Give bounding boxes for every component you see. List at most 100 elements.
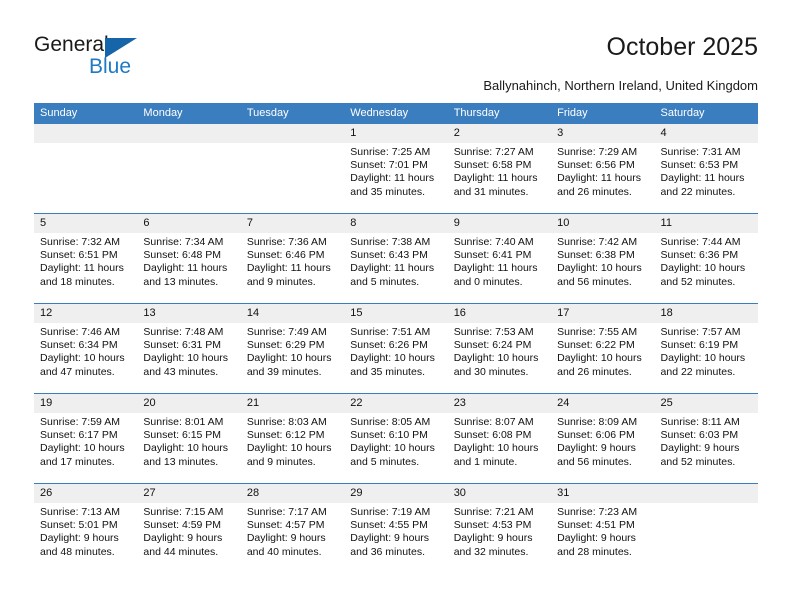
day-cell: Sunrise: 7:15 AM Sunset: 4:59 PM Daylight:… xyxy=(137,503,240,572)
sunrise-text: Sunrise: 7:27 AM xyxy=(453,146,534,158)
day-number[interactable]: 15 xyxy=(344,304,447,323)
day-number[interactable]: 12 xyxy=(34,304,137,323)
sunset-text: Sunset: 6:41 PM xyxy=(453,249,532,262)
day-number[interactable]: 11 xyxy=(655,214,758,233)
sunset-text: Sunset: 6:12 PM xyxy=(246,429,325,442)
day-number[interactable]: 26 xyxy=(34,484,137,503)
day-number[interactable]: 25 xyxy=(655,394,758,413)
sunrise-text: Sunrise: 7:40 AM xyxy=(453,236,534,248)
daylight-text: Daylight: 9 hours and 40 minutes. xyxy=(246,532,326,558)
general-blue-logo: General Blue xyxy=(34,33,164,83)
sunset-text: Sunset: 7:01 PM xyxy=(350,159,428,172)
day-number[interactable]: 4 xyxy=(655,124,758,143)
day-number[interactable]: 17 xyxy=(551,304,654,323)
day-number[interactable]: 31 xyxy=(551,484,654,503)
week-detail-band: Sunrise: 7:25 AM Sunset: 7:01 PM Daylight:… xyxy=(34,143,758,212)
page-header: General Blue October 2025 Ballynahinch, … xyxy=(0,0,792,100)
sunrise-text: Sunrise: 7:44 AM xyxy=(660,236,741,248)
sunset-text: Sunset: 6:06 PM xyxy=(557,429,635,442)
day-number-empty xyxy=(241,124,344,143)
sunrise-text: Sunrise: 8:03 AM xyxy=(246,416,327,428)
daylight-text: Daylight: 10 hours and 30 minutes. xyxy=(453,352,539,378)
week-date-band: 19 20 21 22 23 24 25 xyxy=(34,393,758,413)
weekday-header-row: Sunday Monday Tuesday Wednesday Thursday Frid… xyxy=(34,103,758,124)
day-cell: Sunrise: 8:07 AM Sunset: 6:08 PM Daylight:… xyxy=(448,413,551,482)
daylight-text: Daylight: 11 hours and 26 minutes. xyxy=(557,172,641,198)
sunrise-text: Sunrise: 8:11 AM xyxy=(660,416,740,428)
day-cell: Sunrise: 7:40 AM Sunset: 6:41 PM Daylight:… xyxy=(448,233,551,302)
day-number[interactable]: 7 xyxy=(241,214,344,233)
day-cell: Sunrise: 7:31 AM Sunset: 6:53 PM Daylight:… xyxy=(655,143,758,212)
sunset-text: Sunset: 6:38 PM xyxy=(557,249,635,262)
day-number[interactable]: 9 xyxy=(448,214,551,233)
sunrise-text: Sunrise: 7:15 AM xyxy=(143,506,224,518)
day-number[interactable]: 2 xyxy=(448,124,551,143)
day-number[interactable]: 24 xyxy=(551,394,654,413)
sunset-text: Sunset: 6:34 PM xyxy=(40,339,118,352)
day-number[interactable]: 8 xyxy=(344,214,447,233)
weekday-header-friday: Friday xyxy=(557,107,588,119)
calendar-week-row: 26 27 28 29 30 31 Sunrise: 7:13 AM Sunset: 5:01… xyxy=(34,482,758,572)
sunset-text: Sunset: 4:57 PM xyxy=(246,519,325,532)
day-cell: Sunrise: 7:36 AM Sunset: 6:46 PM Daylight:… xyxy=(241,233,344,302)
day-cell: Sunrise: 7:55 AM Sunset: 6:22 PM Daylight:… xyxy=(551,323,654,392)
daylight-text: Daylight: 10 hours and 39 minutes. xyxy=(246,352,332,378)
sunset-text: Sunset: 6:03 PM xyxy=(660,429,739,442)
sunset-text: Sunset: 4:55 PM xyxy=(350,519,428,532)
day-number[interactable]: 5 xyxy=(34,214,137,233)
logo-text-general: General xyxy=(34,33,109,56)
day-number-empty xyxy=(655,484,758,503)
sunset-text: Sunset: 5:01 PM xyxy=(40,519,118,532)
daylight-text: Daylight: 9 hours and 28 minutes. xyxy=(557,532,636,558)
sunset-text: Sunset: 6:24 PM xyxy=(453,339,532,352)
sunset-text: Sunset: 4:59 PM xyxy=(143,519,222,532)
calendar-week-row: 5 6 7 8 9 10 11 Sunrise: 7:32 AM Sunset: 6:51 PM… xyxy=(34,212,758,302)
day-cell: Sunrise: 7:32 AM Sunset: 6:51 PM Daylight:… xyxy=(34,233,137,302)
day-number[interactable]: 20 xyxy=(137,394,240,413)
day-number[interactable]: 21 xyxy=(241,394,344,413)
week-date-band: 1234 xyxy=(34,124,758,143)
daylight-text: Daylight: 10 hours and 35 minutes. xyxy=(350,352,435,378)
logo-text-blue: Blue xyxy=(89,55,132,78)
week-date-band: 5 6 7 8 9 10 11 xyxy=(34,213,758,233)
day-number[interactable]: 19 xyxy=(34,394,137,413)
sunrise-text: Sunrise: 7:34 AM xyxy=(143,236,224,248)
day-number[interactable]: 22 xyxy=(344,394,447,413)
sunset-text: Sunset: 6:31 PM xyxy=(143,339,222,352)
day-number[interactable]: 18 xyxy=(655,304,758,323)
sunset-text: Sunset: 6:08 PM xyxy=(453,429,532,442)
daylight-text: Daylight: 10 hours and 52 minutes. xyxy=(660,262,746,288)
day-number[interactable]: 14 xyxy=(241,304,344,323)
week-date-band: 26 27 28 29 30 31 xyxy=(34,483,758,503)
daylight-text: Daylight: 10 hours and 56 minutes. xyxy=(557,262,642,288)
daylight-text: Daylight: 11 hours and 18 minutes. xyxy=(40,262,124,288)
day-number[interactable]: 27 xyxy=(137,484,240,503)
day-number[interactable]: 28 xyxy=(241,484,344,503)
sunset-text: Sunset: 6:36 PM xyxy=(660,249,739,262)
daylight-text: Daylight: 9 hours and 56 minutes. xyxy=(557,442,636,468)
daylight-text: Daylight: 11 hours and 5 minutes. xyxy=(350,262,435,288)
weekday-header-saturday: Saturday xyxy=(660,107,705,119)
day-number[interactable]: 1 xyxy=(344,124,447,143)
day-number[interactable]: 10 xyxy=(551,214,654,233)
weekday-header-wednesday: Wednesday xyxy=(350,107,409,119)
sunrise-text: Sunrise: 7:48 AM xyxy=(143,326,224,338)
day-number[interactable]: 6 xyxy=(137,214,240,233)
sunrise-text: Sunrise: 7:55 AM xyxy=(557,326,638,338)
day-number[interactable]: 23 xyxy=(448,394,551,413)
weekday-header-tuesday: Tuesday xyxy=(246,107,289,119)
day-number[interactable]: 3 xyxy=(551,124,654,143)
week-detail-band: Sunrise: 7:46 AM Sunset: 6:34 PM Daylight:… xyxy=(34,323,758,392)
calendar-week-row: 19 20 21 22 23 24 25 Sunrise: 7:59 AM Sunset: 6:… xyxy=(34,392,758,482)
daylight-text: Daylight: 10 hours and 22 minutes. xyxy=(660,352,746,378)
sunrise-text: Sunrise: 7:38 AM xyxy=(350,236,431,248)
day-number[interactable]: 30 xyxy=(448,484,551,503)
day-cell: Sunrise: 7:49 AM Sunset: 6:29 PM Daylight:… xyxy=(241,323,344,392)
daylight-text: Daylight: 11 hours and 13 minutes. xyxy=(143,262,228,288)
sunrise-text: Sunrise: 7:42 AM xyxy=(557,236,638,248)
day-number[interactable]: 16 xyxy=(448,304,551,323)
daylight-text: Daylight: 9 hours and 32 minutes. xyxy=(453,532,533,558)
day-number[interactable]: 13 xyxy=(137,304,240,323)
day-cell: Sunrise: 8:01 AM Sunset: 6:15 PM Daylight:… xyxy=(137,413,240,482)
day-number[interactable]: 29 xyxy=(344,484,447,503)
